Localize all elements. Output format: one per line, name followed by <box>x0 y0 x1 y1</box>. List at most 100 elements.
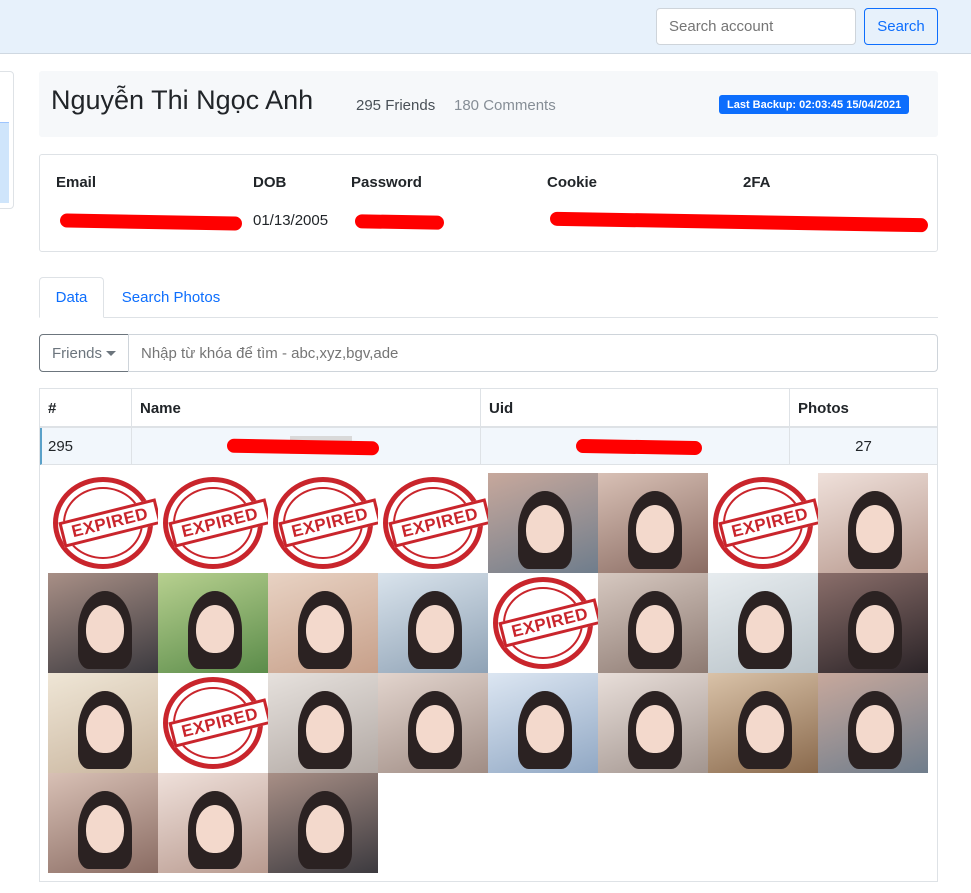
friends-table: # Name Uid Photos 295 27 EXPIRED EXPIRED E… <box>39 388 938 882</box>
profile-header: Nguyễn Thi Ngọc Anh 295 Friends 180 Comm… <box>39 71 938 137</box>
photo-thumbnail[interactable] <box>708 573 818 673</box>
person-face-shape <box>196 605 234 653</box>
friends-filter-dropdown[interactable]: Friends <box>39 334 129 372</box>
left-panel-active-item[interactable] <box>0 122 9 203</box>
row-uid-cell <box>481 428 790 465</box>
profile-name: Nguyễn Thi Ngọc Anh <box>51 85 314 115</box>
photo-thumbnail[interactable] <box>378 673 488 773</box>
photo-thumbnail[interactable] <box>818 573 928 673</box>
photo-thumbnail[interactable] <box>598 473 708 573</box>
photo-thumbnail[interactable] <box>158 773 268 873</box>
expired-stamp-icon: EXPIRED <box>163 477 268 569</box>
friends-count: 295 Friends <box>356 97 436 114</box>
dob-header: DOB <box>253 174 287 191</box>
expired-stamp-icon: EXPIRED <box>273 477 378 569</box>
photo-thumbnail[interactable] <box>598 573 708 673</box>
expired-photo-thumbnail[interactable]: EXPIRED <box>378 473 488 573</box>
expired-stamp-text: EXPIRED <box>278 498 378 548</box>
row-index: 295 <box>42 428 132 465</box>
expired-stamp-text: EXPIRED <box>168 698 268 748</box>
uid-redaction <box>575 438 703 456</box>
photo-thumbnail[interactable] <box>48 573 158 673</box>
row-name-cell <box>132 428 481 465</box>
person-face-shape <box>306 605 344 653</box>
tab-search-photos[interactable]: Search Photos <box>111 277 231 318</box>
photo-thumbnail[interactable] <box>268 673 378 773</box>
column-header-name[interactable]: Name <box>132 389 481 427</box>
photo-thumbnail[interactable] <box>378 573 488 673</box>
row-photos-count: 27 <box>855 438 872 455</box>
tabs-bar: Data Search Photos <box>39 277 938 318</box>
person-face-shape <box>306 805 344 853</box>
column-header-uid[interactable]: Uid <box>481 389 790 427</box>
photo-thumbnail[interactable] <box>598 673 708 773</box>
expired-stamp-text: EXPIRED <box>718 498 818 548</box>
column-header-photos[interactable]: Photos <box>790 389 937 427</box>
search-account-input[interactable] <box>656 8 856 45</box>
photo-thumbnail[interactable] <box>488 673 598 773</box>
dob-value: 01/13/2005 <box>253 212 329 229</box>
photo-thumbnail[interactable] <box>268 773 378 873</box>
person-face-shape <box>416 605 454 653</box>
twofa-header: 2FA <box>743 174 771 191</box>
person-face-shape <box>856 605 894 653</box>
expired-stamp-text: EXPIRED <box>168 498 268 548</box>
photo-thumbnail[interactable] <box>48 673 158 773</box>
person-face-shape <box>306 705 344 753</box>
search-button[interactable]: Search <box>864 8 938 45</box>
person-face-shape <box>856 705 894 753</box>
person-face-shape <box>416 705 454 753</box>
left-side-panel <box>0 71 14 209</box>
filter-row: Friends <box>39 334 938 372</box>
expired-photo-thumbnail[interactable]: EXPIRED <box>158 473 268 573</box>
cookie-redaction <box>549 211 929 233</box>
expired-photo-thumbnail[interactable]: EXPIRED <box>708 473 818 573</box>
table-row[interactable]: 295 27 <box>40 428 937 465</box>
caret-down-icon <box>106 350 117 356</box>
friends-filter-label: Friends <box>51 344 103 362</box>
password-header: Password <box>351 174 422 191</box>
photo-grid: EXPIRED EXPIRED EXPIRED EXPIRED EXPIRED EXPIR… <box>48 473 928 873</box>
person-face-shape <box>746 605 784 653</box>
person-face-shape <box>86 805 124 853</box>
person-face-shape <box>636 505 674 553</box>
photo-thumbnail[interactable] <box>488 473 598 573</box>
expired-photo-thumbnail[interactable]: EXPIRED <box>268 473 378 573</box>
person-face-shape <box>856 505 894 553</box>
password-redaction <box>354 214 445 230</box>
tab-data[interactable]: Data <box>39 277 104 318</box>
photo-thumbnail[interactable] <box>708 673 818 773</box>
credentials-card: Email DOB Password Cookie 2FA 01/13/2005 <box>39 154 938 252</box>
expired-stamp-icon: EXPIRED <box>53 477 158 569</box>
expired-photo-thumbnail[interactable]: EXPIRED <box>48 473 158 573</box>
expired-stamp-text: EXPIRED <box>58 498 158 548</box>
photo-thumbnail[interactable] <box>818 473 928 573</box>
person-face-shape <box>636 605 674 653</box>
comments-count: 180 Comments <box>454 97 556 114</box>
last-backup-badge: Last Backup: 02:03:45 15/04/2021 <box>719 95 910 114</box>
expired-stamp-icon: EXPIRED <box>493 577 598 669</box>
expired-stamp-text: EXPIRED <box>388 498 488 548</box>
person-face-shape <box>526 705 564 753</box>
person-face-shape <box>86 705 124 753</box>
person-face-shape <box>196 805 234 853</box>
email-header: Email <box>56 174 97 191</box>
person-face-shape <box>526 505 564 553</box>
photo-thumbnail[interactable] <box>48 773 158 873</box>
person-face-shape <box>86 605 124 653</box>
top-navbar: Search <box>0 0 971 54</box>
keyword-search-input[interactable] <box>128 334 938 372</box>
expired-stamp-icon: EXPIRED <box>383 477 488 569</box>
expired-photo-thumbnail[interactable]: EXPIRED <box>158 673 268 773</box>
expired-photo-thumbnail[interactable]: EXPIRED <box>488 573 598 673</box>
email-redaction <box>59 213 243 231</box>
photo-thumbnail[interactable] <box>268 573 378 673</box>
photo-thumbnail[interactable] <box>158 573 268 673</box>
cookie-header: Cookie <box>547 174 598 191</box>
column-header-index[interactable]: # <box>40 389 132 427</box>
expired-stamp-icon: EXPIRED <box>163 677 268 769</box>
person-face-shape <box>746 705 784 753</box>
expired-stamp-text: EXPIRED <box>498 598 598 648</box>
person-face-shape <box>636 705 674 753</box>
photo-thumbnail[interactable] <box>818 673 928 773</box>
